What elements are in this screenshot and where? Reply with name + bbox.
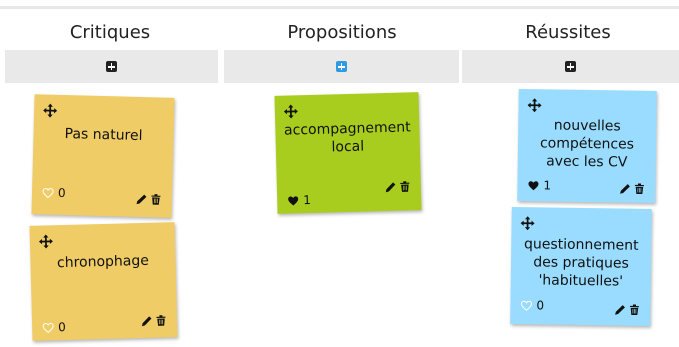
column-title-propositions: Propositions (287, 22, 397, 43)
sticky-note[interactable]: accompagnement local 1 (274, 92, 422, 214)
pencil-icon[interactable] (619, 182, 631, 194)
heart-filled-icon[interactable] (287, 195, 299, 206)
trash-icon[interactable] (633, 183, 645, 195)
pencil-icon[interactable] (136, 193, 148, 205)
column-title-reussites: Réussites (525, 22, 611, 43)
like-control[interactable]: 0 (42, 320, 66, 335)
like-control[interactable]: 0 (520, 298, 544, 312)
sticky-note[interactable]: chronophage 0 (29, 222, 178, 341)
move-arrows-icon[interactable] (43, 103, 58, 118)
like-count: 1 (543, 178, 552, 193)
trash-icon[interactable] (399, 180, 411, 192)
plus-square-icon[interactable] (336, 61, 347, 72)
move-arrows-icon[interactable] (38, 234, 53, 249)
trash-icon[interactable] (628, 304, 640, 316)
like-count: 0 (57, 185, 66, 201)
trash-icon[interactable] (155, 314, 167, 326)
like-count: 1 (303, 192, 312, 208)
column-title-critiques: Critiques (69, 22, 151, 43)
plus-square-icon[interactable] (106, 61, 117, 72)
add-note-bar-critiques[interactable] (5, 50, 218, 83)
move-arrows-icon[interactable] (527, 98, 542, 113)
note-text[interactable]: nouvelles compétences avec les CV (524, 116, 651, 172)
add-note-bar-reussites[interactable] (462, 50, 679, 83)
note-text[interactable]: chronophage (36, 251, 169, 272)
like-count: 0 (536, 298, 545, 313)
sticky-note[interactable]: nouvelles compétences avec les CV 1 (517, 89, 657, 203)
add-note-bar-propositions[interactable] (224, 50, 459, 83)
pencil-icon[interactable] (614, 303, 626, 315)
sticky-note[interactable]: questionnement des pratiques 'habituelle… (510, 207, 652, 326)
like-control[interactable]: 0 (42, 185, 66, 200)
sticky-note[interactable]: Pas naturel 0 (31, 94, 175, 218)
move-arrows-icon[interactable] (283, 104, 298, 119)
like-count: 0 (57, 320, 67, 335)
pencil-icon[interactable] (141, 315, 153, 327)
heart-outline-icon[interactable] (42, 187, 54, 198)
like-control[interactable]: 1 (527, 178, 552, 193)
note-text[interactable]: questionnement des pratiques 'habituelle… (517, 235, 646, 291)
plus-square-icon[interactable] (565, 61, 576, 72)
trash-icon[interactable] (150, 193, 162, 205)
note-text[interactable]: Pas naturel (39, 124, 167, 145)
heart-filled-icon[interactable] (527, 180, 539, 191)
heart-outline-icon[interactable] (520, 300, 532, 311)
move-arrows-icon[interactable] (520, 216, 535, 231)
pencil-icon[interactable] (385, 181, 397, 193)
heart-outline-icon[interactable] (42, 322, 54, 333)
note-text[interactable]: accompagnement local (281, 118, 414, 157)
like-control[interactable]: 1 (287, 193, 311, 208)
top-divider (0, 6, 679, 9)
